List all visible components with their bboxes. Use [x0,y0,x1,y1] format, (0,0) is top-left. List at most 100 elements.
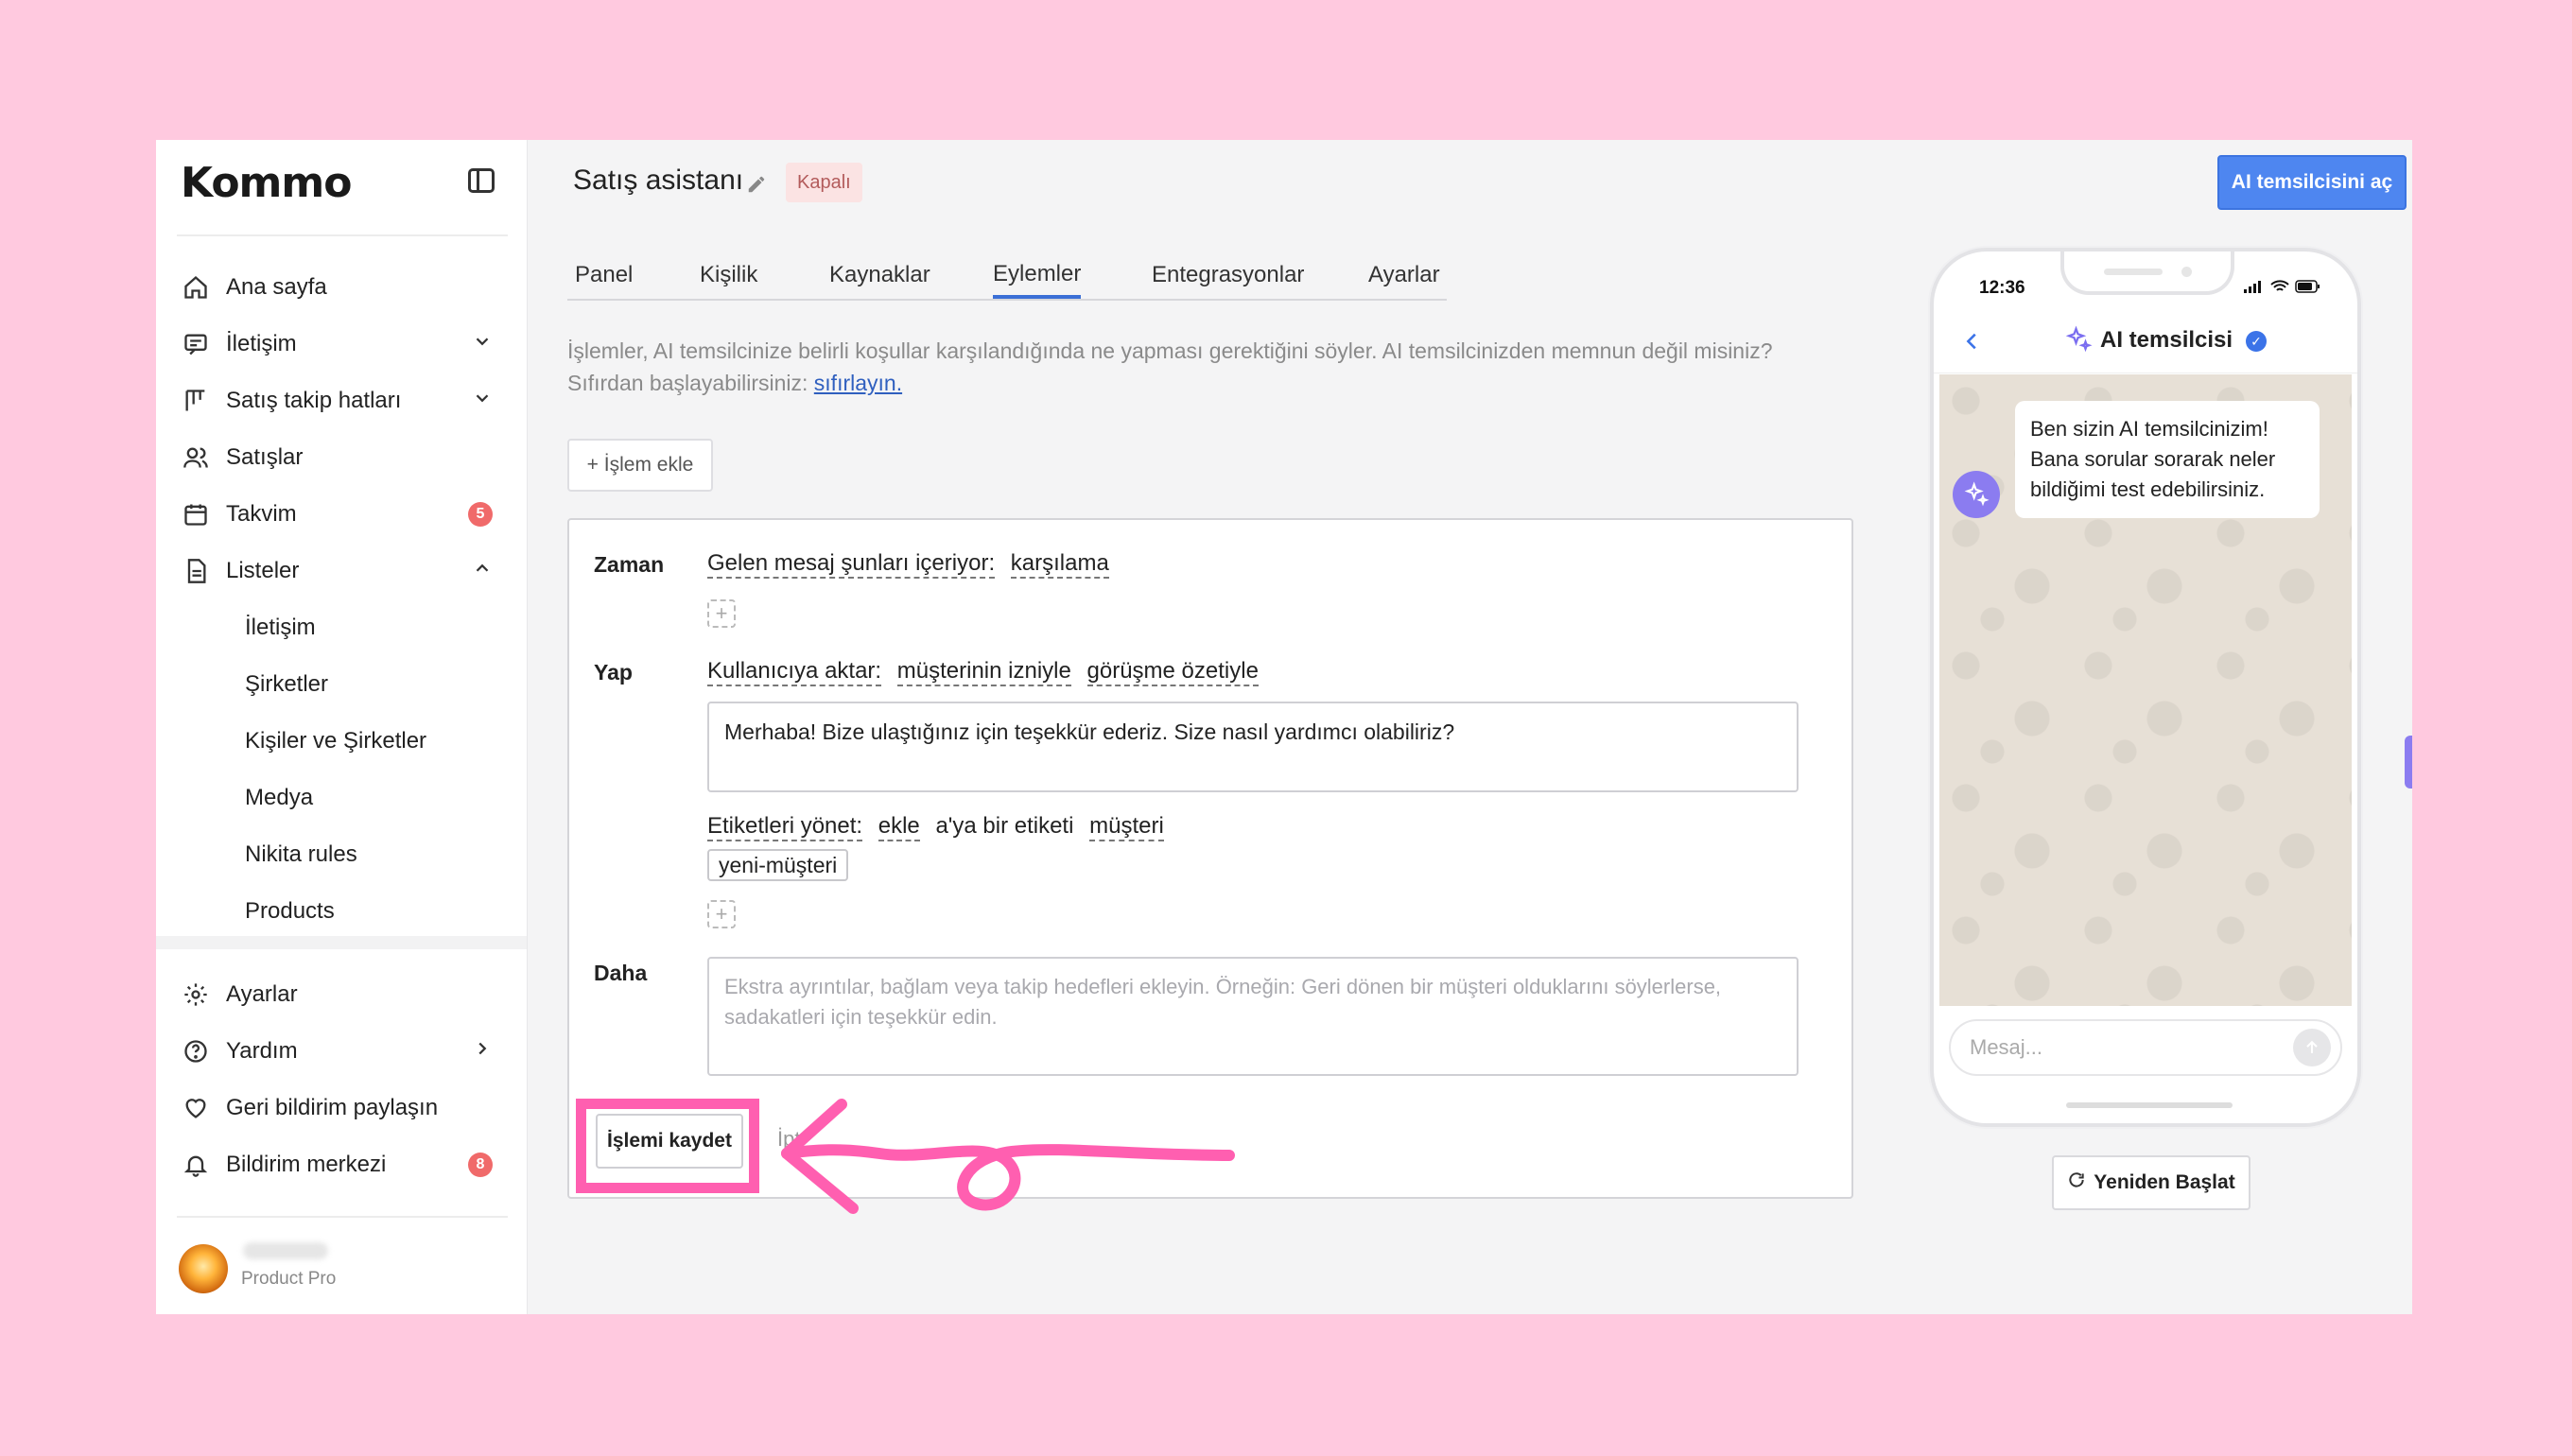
actions-description: İşlemler, AI temsilcinize belirli koşull… [567,335,1834,399]
bot-avatar-icon [1953,471,2000,518]
sidebar-item-sales[interactable]: Satışlar [181,433,502,482]
sidebar-divider [177,234,508,236]
reset-link[interactable]: sıfırlayın. [814,371,902,395]
avatar[interactable] [179,1244,228,1293]
add-condition-button[interactable]: + [707,599,736,628]
phone-time: 12:36 [1979,278,2025,298]
tab-integrations[interactable]: Entegrasyonlar [1152,253,1304,297]
chevron-down-icon[interactable] [472,388,493,415]
transfer-option-summary[interactable]: görüşme özetiyle [1086,658,1259,686]
sidebar-item-label: Satışlar [226,444,304,470]
restart-label: Yeniden Başlat [2094,1171,2235,1193]
more-details-input[interactable]: Ekstra ayrıntılar, bağlam veya takip hed… [707,957,1799,1076]
calendar-badge: 5 [468,502,493,527]
refresh-icon [2067,1170,2086,1195]
bell-icon [181,1150,211,1180]
transfer-rule: Kullanıcıya aktar: müşterinin izniyle gö… [707,658,1268,686]
sidebar-item-notifications[interactable]: Bildirim merkezi 8 [181,1140,502,1189]
kommo-logo: Kommo [181,159,352,207]
tab-sources[interactable]: Kaynaklar [829,253,930,297]
sidebar-item-label: Ayarlar [226,981,298,1007]
sidebar-item-feedback[interactable]: Geri bildirim paylaşın [181,1083,502,1133]
sidebar-item-help[interactable]: Yardım [181,1027,502,1076]
sidebar-subitem-people-companies[interactable]: Kişiler ve Şirketler [245,717,426,766]
phone-speaker [2104,269,2163,275]
sidebar-item-label: Bildirim merkezi [226,1152,387,1177]
home-icon [181,272,211,303]
sidebar-subitem-companies[interactable]: Şirketler [245,660,328,709]
tags-target[interactable]: müşteri [1089,813,1164,841]
sidebar-item-settings[interactable]: Ayarlar [181,970,502,1019]
bot-message: Ben sizin AI temsilcinizim! Bana sorular… [2015,401,2320,518]
pencil-icon[interactable] [746,174,767,199]
heart-icon [181,1093,211,1123]
verified-icon: ✓ [2246,331,2267,352]
tags-operation[interactable]: ekle [878,813,920,841]
sidebar-item-calendar[interactable]: Takvim 5 [181,490,502,539]
sidebar: Kommo Ana sayfa İletişim Satış takip hat… [156,140,528,1314]
wifi-icon [2270,280,2289,291]
phone-preview: 12:36 AI temsilcisi ✓ Ben sizin AI temsi… [1930,248,2361,1127]
phone-status-icons [2244,280,2321,293]
message-input[interactable]: Mesaj... [1949,1019,2342,1076]
chevron-down-icon[interactable] [472,331,493,358]
pipeline-icon [181,386,211,416]
tab-bar: Panel Kişilik Kaynaklar Eylemler Entegra… [567,253,1447,301]
do-label: Yap [594,660,633,685]
sidebar-subitem-contacts[interactable]: İletişim [245,603,316,652]
sidebar-subitem-nikita-rules[interactable]: Nikita rules [245,830,357,879]
sidebar-subitem-media[interactable]: Medya [245,773,313,823]
tab-settings[interactable]: Ayarlar [1368,253,1440,297]
sidebar-item-label: Takvim [226,501,297,527]
tags-connector: a'ya bir etiketi [935,813,1074,839]
app-window: Kommo Ana sayfa İletişim Satış takip hat… [156,140,2412,1314]
chat-area: Ben sizin AI temsilcinizim! Bana sorular… [1939,374,2352,1006]
sidebar-item-label: İletişim [226,331,297,356]
sidebar-item-contacts[interactable]: İletişim [181,320,502,369]
sidebar-subitem-products[interactable]: Products [245,887,335,936]
back-arrow-icon[interactable] [1962,329,1983,358]
restart-button[interactable]: Yeniden Başlat [2052,1155,2250,1210]
send-icon[interactable] [2293,1029,2331,1066]
sidebar-item-label: Listeler [226,558,300,583]
sidebar-item-pipelines[interactable]: Satış takip hatları [181,376,502,425]
sidebar-item-lists[interactable]: Listeler [181,546,502,596]
tag-chip[interactable]: yeni-müşteri [707,849,849,881]
sidebar-item-label: Geri bildirim paylaşın [226,1095,439,1120]
tab-panel[interactable]: Panel [575,253,633,297]
sidebar-item-label: Yardım [226,1038,298,1064]
chat-header: AI temsilcisi ✓ [1934,312,2357,373]
tab-actions[interactable]: Eylemler [993,253,1082,299]
arrow-annotation [781,1099,1235,1214]
sidebar-item-label: Satış takip hatları [226,388,402,413]
transfer-option-consent[interactable]: müşterinin izniyle [896,658,1071,686]
sidebar-collapse-icon[interactable] [468,168,495,193]
side-drawer-tab[interactable] [2405,736,2412,789]
gear-icon [181,979,211,1010]
tags-selector[interactable]: Etiketleri yönet: [707,813,863,841]
calendar-icon [181,499,211,529]
add-action-button[interactable]: + İşlem ekle [567,439,713,492]
when-condition: Gelen mesaj şunları içeriyor: karşılama [707,550,1119,579]
when-label: Zaman [594,552,665,577]
trigger-selector[interactable]: Gelen mesaj şunları içeriyor: [707,550,996,579]
phone-camera [2181,267,2192,277]
add-step-button[interactable]: + [707,900,736,928]
message-placeholder: Mesaj... [1970,1035,2043,1059]
document-icon [181,556,211,586]
sidebar-item-label: Ana sayfa [226,274,327,300]
signal-icon [2244,281,2261,293]
chat-icon [181,329,211,359]
sidebar-item-home[interactable]: Ana sayfa [181,263,502,312]
home-indicator [2066,1102,2233,1108]
chevron-up-icon[interactable] [472,558,493,585]
trigger-value[interactable]: karşılama [1010,550,1109,579]
tab-personality[interactable]: Kişilik [700,253,757,297]
transfer-message-input[interactable]: Merhaba! Bize ulaştığınız için teşekkür … [707,702,1799,792]
chevron-right-icon[interactable] [472,1038,493,1066]
chat-title: AI temsilcisi [2100,327,2233,353]
open-ai-agent-button[interactable]: AI temsilcisini aç [2217,155,2407,210]
sidebar-divider [177,1216,508,1218]
user-name-blurred [243,1242,328,1259]
transfer-selector[interactable]: Kullanıcıya aktar: [707,658,882,686]
